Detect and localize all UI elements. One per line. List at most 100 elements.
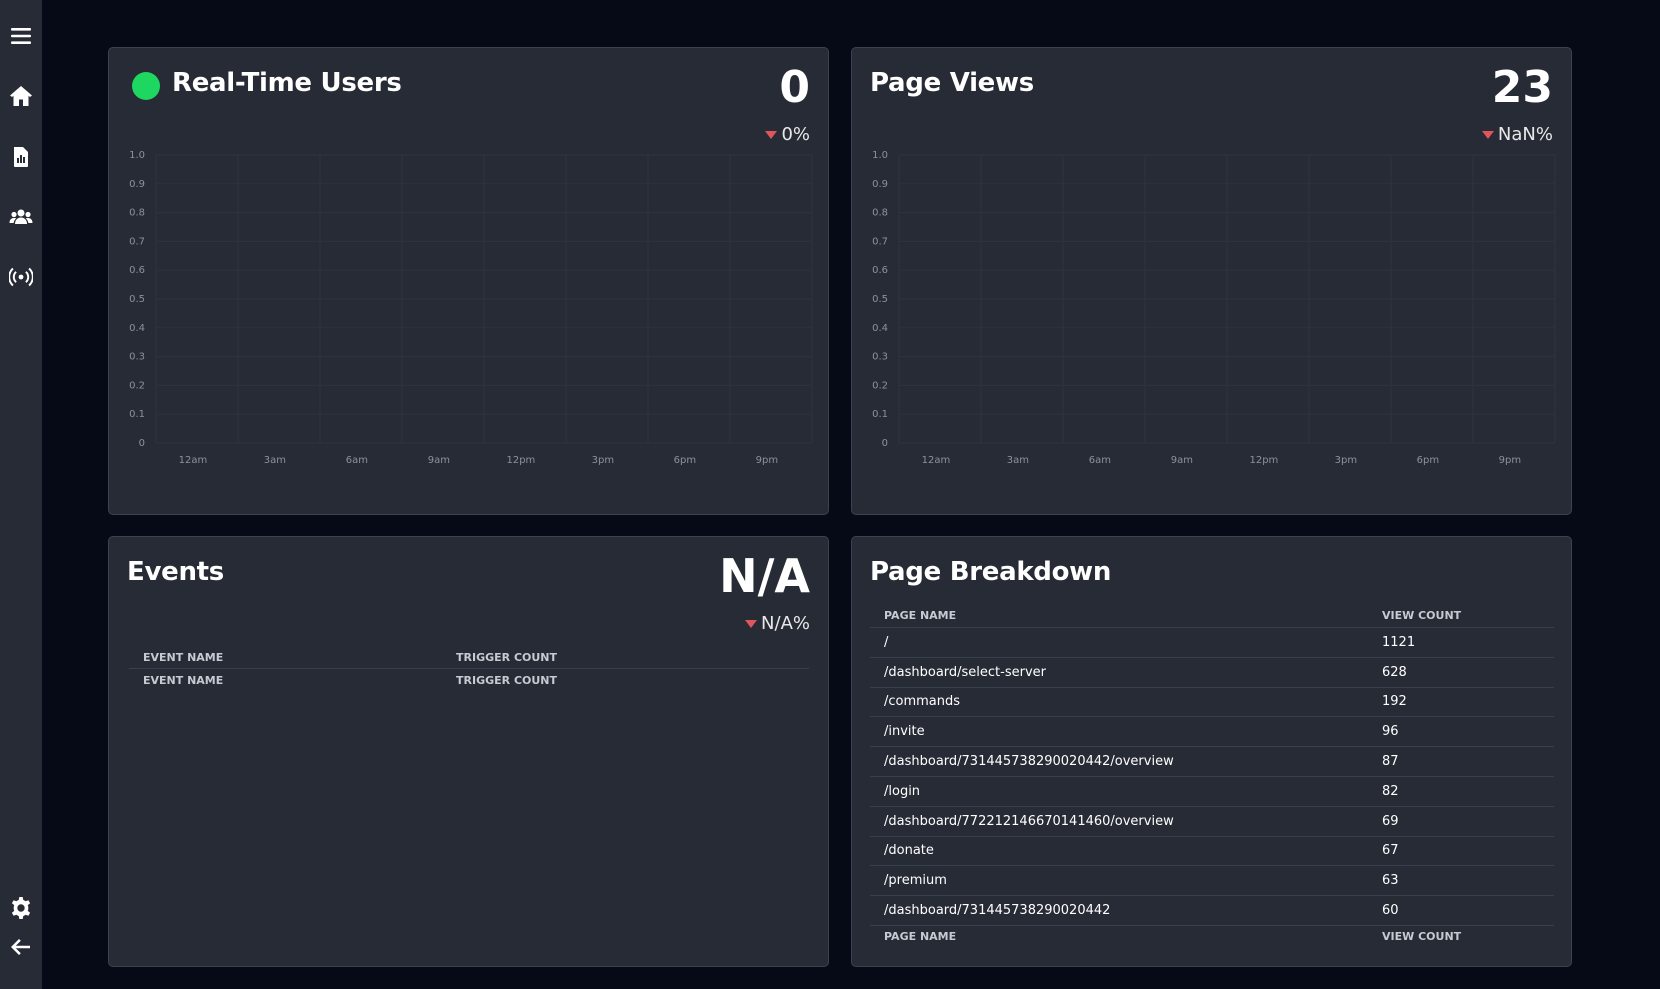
y-tick-label: 0.1 [872, 409, 888, 420]
x-tick-label: 6am [1089, 455, 1111, 466]
page-views-chart: 1.0 0.9 0.8 0.7 0.6 0.5 0.4 0.3 0.2 0.1 0 12am 3am 6a… [872, 150, 1556, 466]
realtime-users-chart: 1.0 0.9 0.8 0.7 0.6 0.5 0.4 0.3 0.2 0.1 0 12am 3am 6a… [129, 150, 813, 466]
table-row[interactable]: /dashboard/772212146670141460/overview 69 [870, 806, 1554, 836]
page-views-card: Page Views 23 NaN% 1.0 0.9 0.8 0.7 0.6 0.5 0.4… [851, 47, 1572, 515]
table-footer-row: EVENT NAME TRIGGER COUNT [129, 668, 809, 692]
table-row[interactable]: /invite 96 [870, 716, 1554, 747]
view-count-cell: 63 [1382, 873, 1399, 889]
table-row[interactable]: /dashboard/731445738290020442/overview 87 [870, 746, 1554, 777]
x-tick-label: 3pm [1335, 455, 1357, 466]
y-tick-label: 0.9 [129, 179, 145, 190]
y-tick-label: 0.8 [129, 208, 145, 219]
footer-event-name: EVENT NAME [143, 673, 224, 687]
gear-icon[interactable] [8, 895, 34, 921]
page-name-cell: /dashboard/select-server [884, 664, 1046, 680]
table-footer-row: PAGE NAME VIEW COUNT [870, 925, 1554, 947]
x-tick-label: 9pm [1499, 455, 1521, 466]
footer-page-name: PAGE NAME [884, 930, 957, 944]
x-tick-label: 12am [179, 455, 208, 466]
x-tick-label: 6pm [1417, 455, 1439, 466]
events-change: N/A% [745, 613, 810, 634]
page-name-cell: /dashboard/731445738290020442/overview [884, 754, 1174, 770]
table-row[interactable]: /dashboard/select-server 628 [870, 657, 1554, 687]
column-header-view-count[interactable]: VIEW COUNT [1368, 603, 1554, 628]
x-tick-label: 9am [428, 455, 450, 466]
view-count-cell: 96 [1382, 724, 1399, 740]
page-name-cell: /premium [884, 873, 947, 889]
y-tick-label: 0.7 [129, 236, 145, 247]
x-tick-label: 3pm [592, 455, 614, 466]
events-change-value: N/A% [761, 613, 810, 634]
x-tick-label: 3am [264, 455, 286, 466]
y-tick-label: 0.3 [872, 352, 888, 363]
y-tick-label: 0.2 [872, 380, 888, 391]
table-row[interactable]: / 1121 [870, 627, 1554, 658]
page-breakdown-table: PAGE NAME VIEW COUNT / 1121/dashboard/sel… [870, 603, 1554, 947]
y-tick-label: 0.5 [129, 294, 145, 305]
view-count-cell: 60 [1382, 903, 1399, 919]
view-count-cell: 628 [1382, 664, 1407, 680]
view-count-cell: 67 [1382, 843, 1399, 859]
y-tick-label: 0.3 [129, 352, 145, 363]
y-tick-label: 0.1 [129, 409, 145, 420]
table-row[interactable]: /commands 192 [870, 687, 1554, 717]
trend-down-icon [745, 619, 758, 628]
page-name-cell: /login [884, 783, 921, 799]
y-tick-label: 0.7 [872, 236, 888, 247]
view-count-cell: 82 [1382, 783, 1399, 799]
column-header-trigger-count[interactable]: TRIGGER COUNT [442, 646, 809, 669]
table-row[interactable]: /premium 63 [870, 865, 1554, 896]
x-tick-label: 6pm [674, 455, 696, 466]
sidebar [0, 0, 42, 989]
y-tick-label: 0.6 [872, 265, 888, 276]
back-arrow-icon[interactable] [8, 934, 34, 960]
page-breakdown-title: Page Breakdown [870, 557, 1112, 587]
view-count-cell: 87 [1382, 754, 1399, 770]
table-row[interactable]: /login 82 [870, 776, 1554, 806]
y-tick-label: 0.4 [872, 323, 888, 334]
table-row[interactable]: /donate 67 [870, 836, 1554, 866]
events-value: N/A [719, 549, 810, 603]
table-row[interactable]: /dashboard/731445738290020442 60 [870, 895, 1554, 926]
events-table: EVENT NAME TRIGGER COUNT EVENT NAME TRIG… [129, 646, 809, 691]
y-tick-label: 0.9 [872, 179, 888, 190]
menu-icon[interactable] [8, 23, 34, 49]
y-tick-label: 0.6 [129, 265, 145, 276]
x-tick-label: 12pm [506, 455, 535, 466]
y-tick-label: 0 [882, 438, 888, 449]
x-tick-label: 3am [1007, 455, 1029, 466]
realtime-users-card: Real-Time Users 0 0% 1.0 0.9 0.8 0.7 0.6 0.5 0… [108, 47, 829, 515]
events-card: Events N/A N/A% EVENT NAME TRIGGER COUNT… [108, 536, 829, 967]
y-tick-label: 0.8 [872, 208, 888, 219]
y-tick-label: 0.4 [129, 323, 145, 334]
column-header-page-name[interactable]: PAGE NAME [870, 603, 1368, 628]
report-icon[interactable] [8, 144, 34, 170]
y-tick-label: 0.5 [872, 294, 888, 305]
x-tick-label: 9am [1171, 455, 1193, 466]
y-tick-label: 0 [139, 438, 145, 449]
broadcast-icon[interactable] [8, 264, 34, 290]
view-count-cell: 1121 [1382, 634, 1416, 650]
home-icon[interactable] [8, 83, 34, 109]
table-header-row: PAGE NAME VIEW COUNT [870, 603, 1554, 628]
page-name-cell: /donate [884, 843, 934, 859]
footer-trigger-count: TRIGGER COUNT [456, 673, 558, 687]
footer-view-count: VIEW COUNT [1382, 930, 1462, 944]
users-icon[interactable] [8, 204, 34, 230]
page-breakdown-card: Page Breakdown PAGE NAME VIEW COUNT / 112… [851, 536, 1572, 967]
x-tick-label: 9pm [756, 455, 778, 466]
view-count-cell: 69 [1382, 813, 1399, 829]
column-header-event-name[interactable]: EVENT NAME [129, 646, 442, 669]
table-header-row: EVENT NAME TRIGGER COUNT [129, 646, 809, 669]
page-name-cell: /invite [884, 724, 925, 740]
page-name-cell: / [884, 634, 889, 650]
x-tick-label: 6am [346, 455, 368, 466]
view-count-cell: 192 [1382, 694, 1407, 710]
x-tick-label: 12pm [1249, 455, 1278, 466]
events-title: Events [127, 557, 224, 587]
page-name-cell: /dashboard/772212146670141460/overview [884, 813, 1174, 829]
y-tick-label: 1.0 [872, 150, 888, 161]
y-tick-label: 1.0 [129, 150, 145, 161]
x-tick-label: 12am [922, 455, 951, 466]
page-name-cell: /commands [884, 694, 961, 710]
